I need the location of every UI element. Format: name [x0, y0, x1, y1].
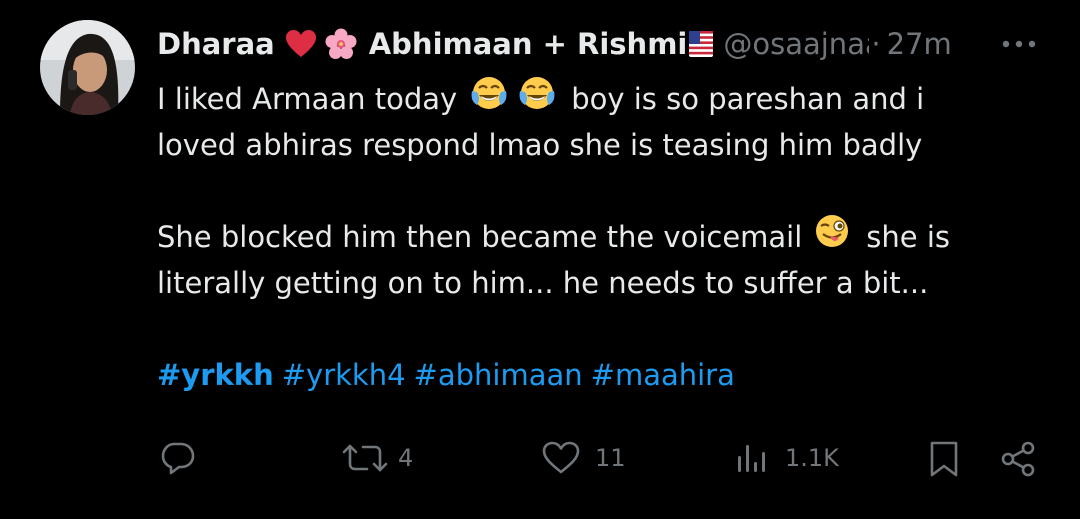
display-name-part2: Abhimaan + Rishmi: [368, 27, 688, 61]
reply-button[interactable]: [160, 440, 206, 476]
share-icon: [998, 440, 1038, 478]
retweet-button[interactable]: 4: [340, 440, 413, 476]
action-bar: 4 11 1.1K: [0, 432, 1080, 484]
timestamp[interactable]: 27m: [887, 24, 952, 64]
tweet-header: Dharaa Abhimaan + Rishmi @osaajnaa · 27m: [157, 24, 952, 64]
tweet-text-4: literally getting on to him... he needs …: [157, 266, 929, 300]
avatar[interactable]: [40, 20, 135, 115]
tears-of-joy-icon: [517, 73, 557, 126]
winking-tongue-icon: [812, 211, 852, 264]
tweet-text: I liked Armaan today boy is so pareshan …: [157, 76, 1057, 398]
tweet-text-3a: She blocked him then became the voicemai…: [157, 220, 803, 254]
tweet[interactable]: Dharaa Abhimaan + Rishmi @osaajnaa · 27m…: [0, 0, 1080, 519]
more-options-icon[interactable]: [1000, 33, 1040, 55]
bookmark-icon: [928, 440, 960, 478]
share-button[interactable]: [998, 440, 1038, 478]
tweet-text-2: loved abhiras respond lmao she is teasin…: [157, 128, 923, 162]
views-chart-icon: [735, 440, 771, 476]
separator-dot: ·: [871, 27, 881, 61]
tears-of-joy-icon: [469, 73, 509, 126]
heart-icon: [541, 440, 581, 476]
cherry-blossom-icon: [325, 28, 357, 60]
hashtag-link[interactable]: #yrkkh4: [282, 352, 406, 398]
hashtag-link[interactable]: #yrkkh: [157, 352, 274, 398]
tweet-line-2: loved abhiras respond lmao she is teasin…: [157, 122, 1057, 168]
retweet-icon: [340, 440, 390, 476]
views-count: 1.1K: [785, 444, 839, 472]
like-count: 11: [595, 444, 626, 472]
hashtags: #yrkkh #yrkkh4 #abhimaan #maahira: [157, 352, 1057, 398]
like-button[interactable]: 11: [541, 440, 626, 476]
tweet-text-1a: I liked Armaan today: [157, 82, 458, 116]
bookmark-button[interactable]: [928, 440, 960, 478]
tweet-line-3: She blocked him then became the voicemai…: [157, 214, 1057, 260]
display-name-part1: Dharaa: [157, 27, 275, 61]
user-handle[interactable]: @osaajnaa: [723, 24, 869, 64]
tweet-line-4: literally getting on to him... he needs …: [157, 260, 1057, 306]
display-name[interactable]: Dharaa Abhimaan + Rishmi: [157, 24, 723, 64]
hashtag-link[interactable]: #maahira: [591, 352, 735, 398]
red-heart-icon: [285, 29, 317, 59]
views-button[interactable]: 1.1K: [735, 440, 839, 476]
tweet-text-3b: she is: [866, 220, 951, 254]
retweet-count: 4: [398, 444, 414, 472]
hashtag-link[interactable]: #abhimaan: [414, 352, 583, 398]
tweet-text-1b: boy is so pareshan and i: [571, 82, 925, 116]
us-flag-icon: [689, 31, 714, 57]
tweet-line-1: I liked Armaan today boy is so pareshan …: [157, 76, 1057, 122]
reply-icon: [160, 440, 196, 476]
